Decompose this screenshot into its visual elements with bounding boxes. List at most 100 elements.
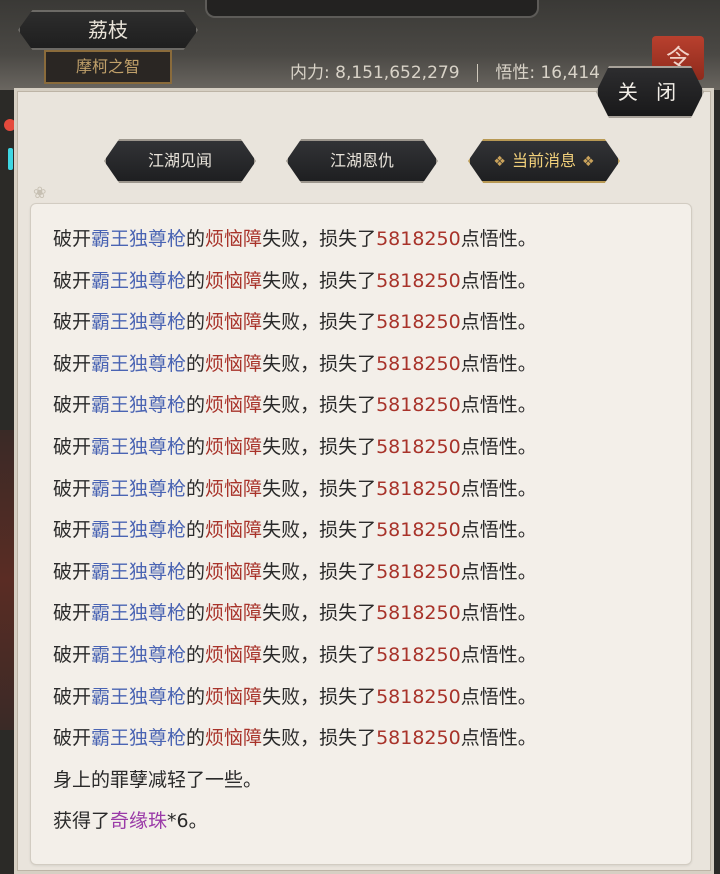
- loss-amount: 5818250: [376, 519, 461, 542]
- server-bar: [205, 0, 539, 18]
- message-result: 失败，损失了: [262, 727, 377, 750]
- message-suffix: 点悟性。: [460, 352, 537, 375]
- obstacle-name: 烦恼障: [205, 269, 263, 292]
- tab-label: 当前消息: [511, 151, 576, 170]
- reward-message: 获得了奇缘珠*6。: [53, 806, 208, 833]
- message-line: 破开霸王独尊枪的烦恼障失败，损失了5818250点悟性。: [53, 557, 537, 584]
- tab-jianghu-news[interactable]: 江湖见闻: [104, 139, 256, 183]
- message-connector: 的: [186, 602, 206, 625]
- tab-label: 江湖见闻: [147, 151, 212, 170]
- tab-jianghu-feud[interactable]: 江湖恩仇: [286, 139, 438, 183]
- skill-name: 霸王独尊枪: [91, 519, 187, 542]
- ornament-icon: ❖: [582, 154, 595, 170]
- message-connector: 的: [186, 519, 206, 542]
- message-prefix: 破开: [53, 644, 92, 666]
- message-line: 破开霸王独尊枪的烦恼障失败，损失了5818250点悟性。: [53, 224, 537, 251]
- message-suffix: 点悟性。: [460, 269, 537, 292]
- side-indicator: [8, 148, 13, 170]
- message-suffix: 点悟性。: [460, 644, 537, 666]
- obstacle-name: 烦恼障: [205, 311, 263, 334]
- message-connector: 的: [186, 269, 206, 292]
- message-suffix: 点悟性。: [460, 560, 537, 583]
- message-suffix: 点悟性。: [460, 436, 537, 458]
- message-suffix: 点悟性。: [460, 311, 537, 334]
- message-line: 破开霸王独尊枪的烦恼障失败，损失了5818250点悟性。: [53, 390, 537, 417]
- message-connector: 的: [186, 394, 206, 417]
- message-result: 失败，损失了: [262, 602, 377, 625]
- message-prefix: 破开: [53, 477, 92, 500]
- obstacle-name: 烦恼障: [205, 477, 263, 500]
- message-connector: 的: [186, 352, 206, 375]
- message-suffix: 点悟性。: [460, 727, 537, 750]
- loss-amount: 5818250: [376, 394, 461, 417]
- wuxing-value: 16,414: [540, 63, 600, 83]
- character-title: 摩柯之智: [44, 50, 172, 84]
- obstacle-name: 烦恼障: [205, 602, 263, 625]
- loss-amount: 5818250: [376, 727, 461, 750]
- message-prefix: 破开: [53, 436, 92, 458]
- message-line: 破开霸王独尊枪的烦恼障失败，损失了5818250点悟性。: [53, 349, 537, 376]
- message-connector: 的: [186, 727, 206, 750]
- message-connector: 的: [186, 228, 206, 250]
- message-suffix: 点悟性。: [460, 477, 537, 500]
- message-connector: 的: [186, 685, 206, 708]
- message-list[interactable]: 破开霸王独尊枪的烦恼障失败，损失了5818250点悟性。 破开霸王独尊枪的烦恼障失…: [30, 203, 692, 865]
- skill-name: 霸王独尊枪: [91, 560, 187, 583]
- message-connector: 的: [186, 477, 206, 500]
- message-prefix: 破开: [53, 685, 92, 708]
- message-suffix: 点悟性。: [460, 602, 537, 625]
- reward-item: 奇缘珠: [110, 810, 168, 833]
- close-button[interactable]: 关 闭: [596, 66, 704, 118]
- obstacle-name: 烦恼障: [205, 727, 263, 750]
- tab-current-messages[interactable]: ❖ 当前消息 ❖: [468, 139, 620, 183]
- skill-name: 霸王独尊枪: [91, 477, 187, 500]
- tab-label: 江湖恩仇: [329, 151, 394, 170]
- message-prefix: 破开: [53, 228, 92, 250]
- skill-name: 霸王独尊枪: [91, 269, 187, 292]
- message-prefix: 破开: [53, 311, 92, 334]
- message-result: 失败，损失了: [262, 352, 377, 375]
- message-connector: 的: [186, 560, 206, 583]
- stats-divider: [476, 64, 478, 82]
- skill-name: 霸王独尊枪: [91, 311, 187, 334]
- message-connector: 的: [186, 436, 206, 458]
- reward-suffix: *6。: [167, 810, 208, 833]
- obstacle-name: 烦恼障: [205, 352, 263, 375]
- ornament-icon: ❖: [493, 154, 506, 170]
- loss-amount: 5818250: [376, 644, 461, 666]
- skill-name: 霸王独尊枪: [91, 685, 187, 708]
- loss-amount: 5818250: [376, 436, 461, 458]
- obstacle-name: 烦恼障: [205, 644, 263, 666]
- message-line: 破开霸王独尊枪的烦恼障失败，损失了5818250点悟性。: [53, 307, 537, 334]
- skill-name: 霸王独尊枪: [91, 352, 187, 375]
- skill-name: 霸王独尊枪: [91, 394, 187, 417]
- message-prefix: 破开: [53, 394, 92, 417]
- loss-amount: 5818250: [376, 352, 461, 375]
- message-line: 破开霸王独尊枪的烦恼障失败，损失了5818250点悟性。: [53, 432, 537, 459]
- message-suffix: 点悟性。: [460, 228, 537, 250]
- message-result: 失败，损失了: [262, 519, 377, 542]
- message-line: 破开霸王独尊枪的烦恼障失败，损失了5818250点悟性。: [53, 723, 537, 750]
- message-line: 破开霸王独尊枪的烦恼障失败，损失了5818250点悟性。: [53, 640, 537, 667]
- skill-name: 霸王独尊枪: [91, 727, 187, 750]
- message-prefix: 破开: [53, 727, 92, 750]
- message-line: 破开霸王独尊枪的烦恼障失败，损失了5818250点悟性。: [53, 266, 537, 293]
- message-result: 失败，损失了: [262, 269, 377, 292]
- message-result: 失败，损失了: [262, 560, 377, 583]
- message-suffix: 点悟性。: [460, 394, 537, 417]
- reward-prefix: 获得了: [53, 810, 111, 833]
- skill-name: 霸王独尊枪: [91, 644, 187, 666]
- loss-amount: 5818250: [376, 602, 461, 625]
- message-prefix: 破开: [53, 602, 92, 625]
- message-prefix: 破开: [53, 269, 92, 292]
- message-result: 失败，损失了: [262, 311, 377, 334]
- loss-amount: 5818250: [376, 477, 461, 500]
- message-suffix: 点悟性。: [460, 685, 537, 708]
- message-line: 破开霸王独尊枪的烦恼障失败，损失了5818250点悟性。: [53, 515, 537, 542]
- wuxing-label: 悟性:: [495, 63, 536, 83]
- message-prefix: 破开: [53, 352, 92, 375]
- obstacle-name: 烦恼障: [205, 519, 263, 542]
- message-result: 失败，损失了: [262, 394, 377, 417]
- obstacle-name: 烦恼障: [205, 436, 263, 458]
- player-stats: 内力: 8,151,652,279 悟性: 16,414: [290, 58, 600, 83]
